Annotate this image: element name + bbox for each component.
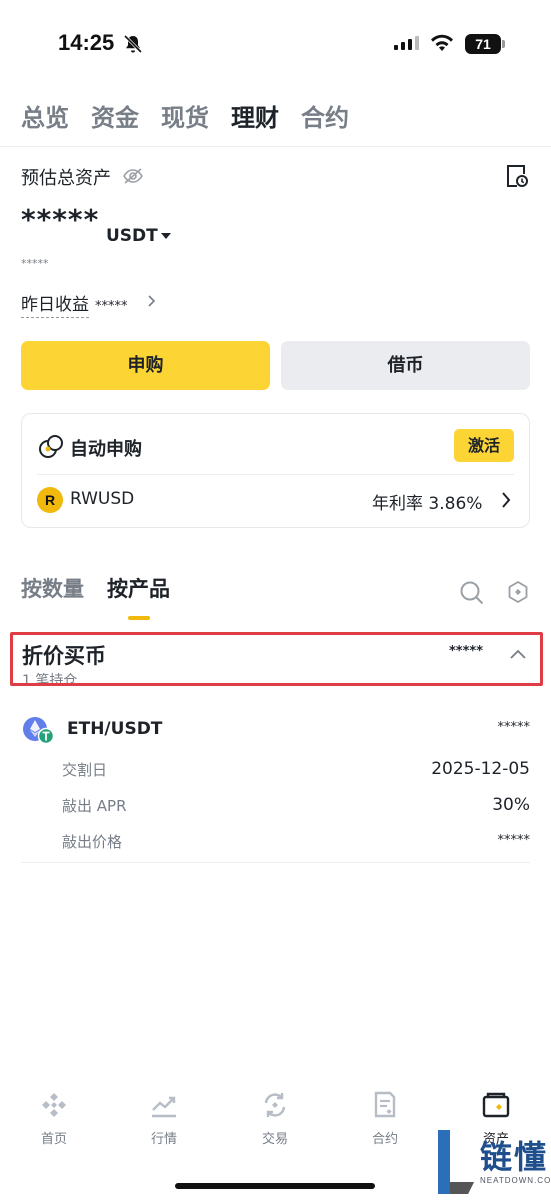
bell-muted-icon [123,34,143,54]
cellular-signal-icon [394,36,419,50]
history-record-icon[interactable] [505,163,529,189]
group-position-count: 1 笔持仓 [22,673,78,686]
home-indicator[interactable] [175,1183,375,1189]
yesterday-earnings-value: ***** [95,299,128,314]
auto-subscribe-card: 自动申购 激活 R RWUSD 年利率 3.86% [21,413,530,528]
nav-label: 交易 [261,1132,288,1147]
battery-level: 71 [465,34,501,54]
tab-earn[interactable]: 理财 [231,98,279,133]
product-apy[interactable]: 年利率 3.86% [372,489,482,514]
position-value: ***** [497,720,531,735]
status-bar: 14:25 71 [0,0,551,90]
battery-tip [502,40,505,48]
tab-by-amount[interactable]: 按数量 [21,573,84,603]
tab-futures[interactable]: 合约 [301,98,349,133]
eth-coin-icon [23,717,55,745]
settlement-date-row: 交割日 2025-12-05 [62,759,530,780]
trade-swap-icon [264,1093,286,1117]
nav-futures[interactable]: 合约 [345,1090,425,1147]
active-tab-indicator [128,616,150,620]
yesterday-earnings[interactable]: 昨日收益 ***** [21,290,128,318]
discount-buy-group[interactable]: 折价买币 1 笔持仓 ***** [10,632,543,686]
nav-label: 行情 [150,1132,177,1147]
chevron-right-icon[interactable] [146,294,158,308]
position-pair: ETH/USDT [67,719,163,739]
currency-selector[interactable]: USDT [106,226,158,246]
tab-spot[interactable]: 现货 [161,98,209,133]
yesterday-earnings-label: 昨日收益 [21,295,89,318]
chevron-right-icon[interactable] [499,491,513,509]
watermark-logo: 链懂 NEATDOWN.COM [436,1128,551,1198]
rwusd-logo: R [37,487,63,513]
watermark-subtext: NEATDOWN.COM [480,1176,551,1185]
coins-icon [39,435,63,458]
settings-hex-icon[interactable] [507,580,529,604]
row-value: 2025-12-05 [431,759,530,779]
watermark-l-icon [438,1130,474,1194]
wallet-icon [482,1092,510,1118]
nav-markets[interactable]: 行情 [124,1090,204,1147]
futures-doc-icon [374,1091,396,1118]
tab-by-product[interactable]: 按产品 [107,573,170,603]
eye-hidden-icon[interactable] [122,166,144,186]
divider [0,146,551,147]
home-diamond-icon [42,1093,66,1117]
tab-overview[interactable]: 总览 [21,98,69,133]
row-label: 交割日 [62,761,108,779]
market-chart-icon [152,1096,176,1118]
search-icon[interactable] [459,580,485,606]
subscribe-button[interactable]: 申购 [21,341,270,390]
row-label: 敲出 APR [62,797,127,815]
fiat-value: ***** [21,257,49,270]
auto-subscribe-title: 自动申购 [70,439,142,460]
total-asset-value: ***** [21,203,100,236]
nav-label: 首页 [40,1132,67,1147]
estimated-assets-label: 预估总资产 [21,168,111,189]
wifi-icon [431,34,453,51]
chevron-up-icon[interactable] [509,648,527,660]
top-tabs: 总览 资金 现货 理财 合约 [21,98,349,133]
borrow-button[interactable]: 借币 [281,341,530,390]
caret-down-icon[interactable] [161,233,171,239]
knockout-apr-row: 敲出 APR 30% [62,795,530,816]
nav-label: 合约 [371,1132,398,1147]
divider [37,474,514,475]
status-time: 14:25 [58,30,115,55]
row-value: ***** [497,833,531,848]
watermark-text: 链懂 [480,1138,549,1176]
tab-funding[interactable]: 资金 [91,98,139,133]
activate-button[interactable]: 激活 [454,429,514,462]
product-name: RWUSD [70,489,135,509]
row-label: 敲出价格 [62,833,123,851]
nav-trade[interactable]: 交易 [235,1090,315,1147]
row-value: 30% [492,795,530,815]
divider [21,862,530,863]
knockout-price-row: 敲出价格 ***** [62,831,530,852]
nav-home[interactable]: 首页 [14,1090,94,1147]
group-value: ***** [449,644,483,659]
group-title: 折价买币 [22,644,106,668]
